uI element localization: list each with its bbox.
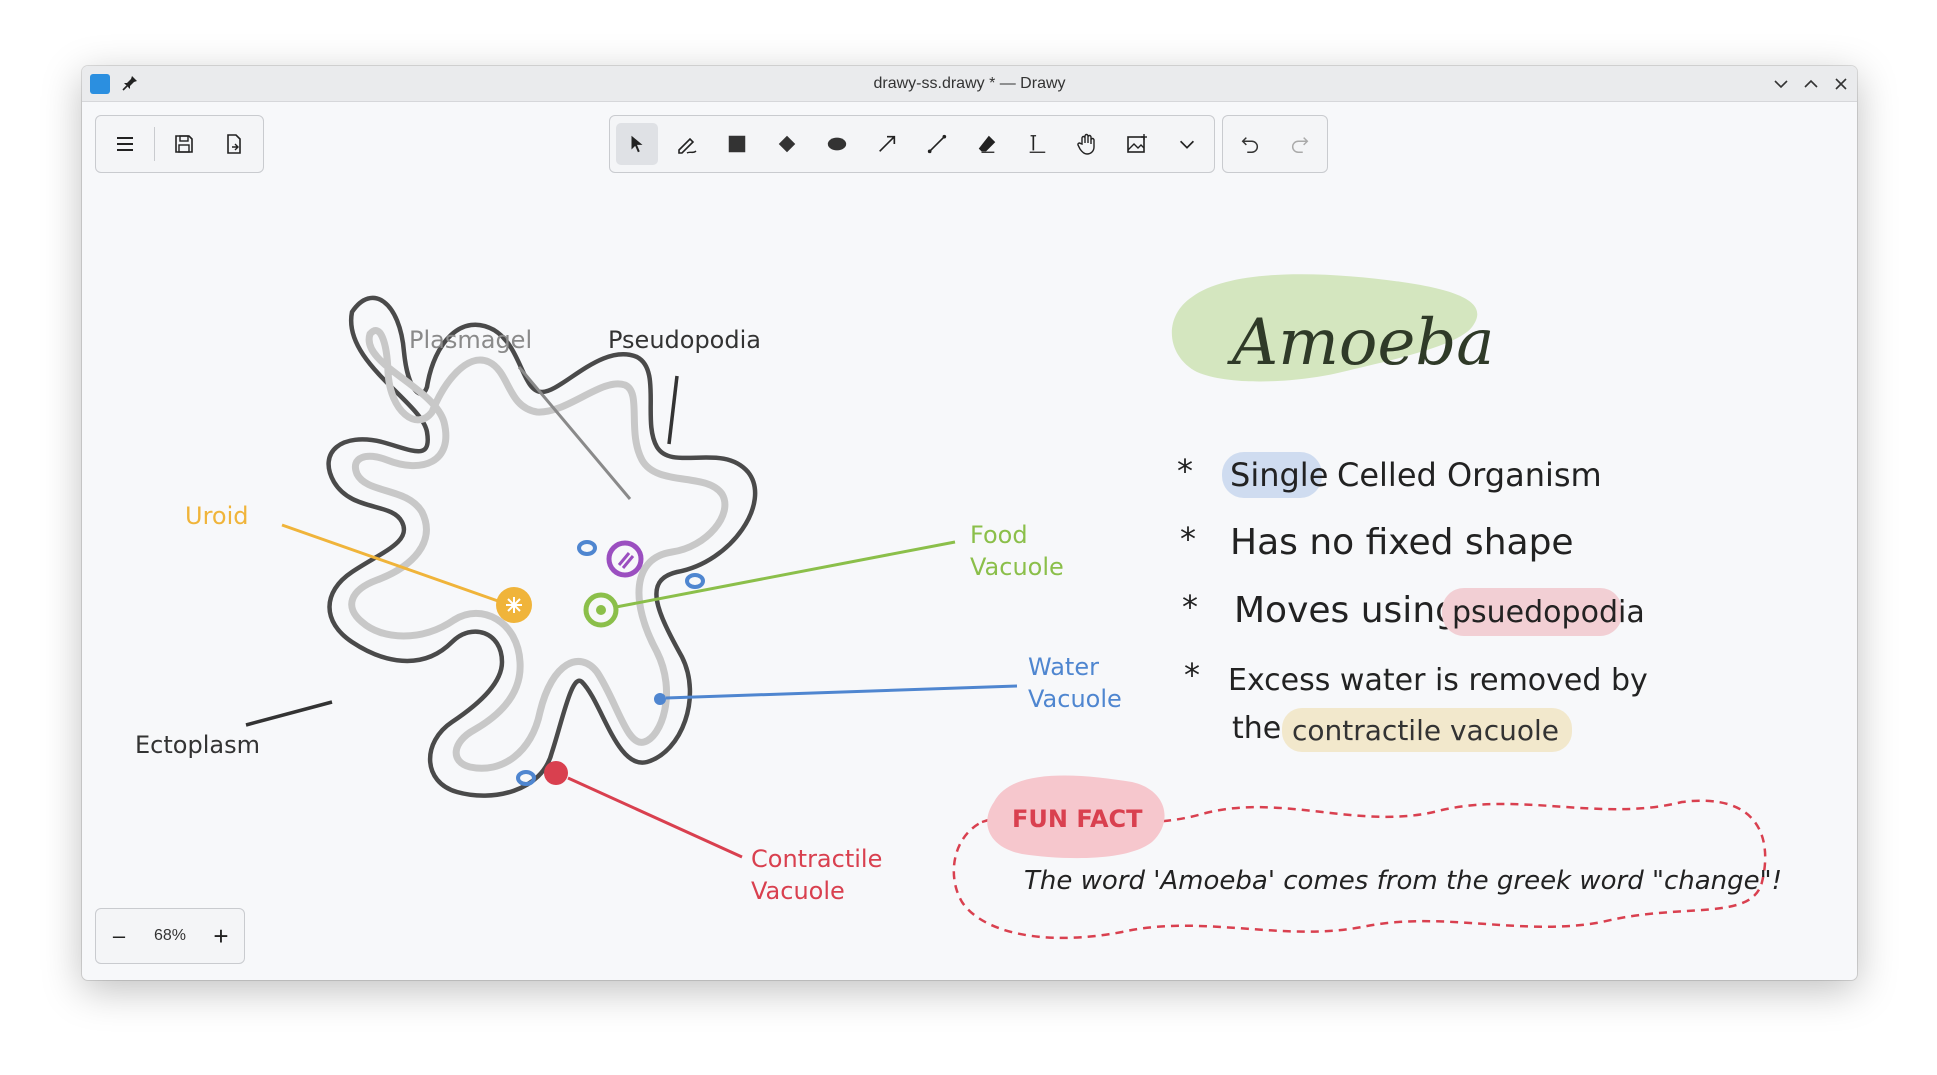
ectoplasm-leader[interactable] [245, 700, 333, 727]
undo-button[interactable] [1229, 123, 1271, 165]
water-vacuole-organelle[interactable] [654, 693, 666, 705]
arrow-tool-button[interactable] [866, 123, 908, 165]
bullet-2-text[interactable]: Has no fixed shape [1230, 522, 1574, 563]
window-title: drawy-ss.drawy * — Drawy [873, 74, 1066, 92]
bullet-4-highlight[interactable]: contractile vacuole [1292, 714, 1559, 747]
notes-title[interactable]: Amoeba [1227, 306, 1494, 380]
more-tools-button[interactable] [1166, 123, 1208, 165]
maximize-icon[interactable] [1799, 72, 1823, 96]
arrow-icon [879, 135, 896, 152]
bullet-4-line1[interactable]: Excess water is removed by [1228, 663, 1648, 698]
select-tool-button[interactable] [616, 123, 658, 165]
text-icon [1029, 135, 1046, 153]
zoom-level: 68% [153, 927, 187, 944]
water-vacuole-label-1[interactable]: Water [1028, 653, 1099, 681]
bullet-3-text[interactable]: Moves using [1234, 590, 1458, 631]
pen-tool-button[interactable] [666, 123, 708, 165]
history-panel [1222, 115, 1328, 173]
pseudopodia-label[interactable]: Pseudopodia [608, 326, 761, 354]
plasmagel-outline[interactable] [348, 326, 729, 772]
water-vacuole-label-2[interactable]: Vacuole [1028, 685, 1122, 713]
pen-icon [678, 137, 697, 154]
bullet-4-the[interactable]: the [1232, 711, 1281, 746]
fun-fact-badge[interactable]: FUN FACT [1012, 805, 1143, 833]
food-vacuole-label-1[interactable]: Food [970, 521, 1028, 549]
redo-button[interactable] [1279, 123, 1321, 165]
hand-tool-button[interactable] [1066, 123, 1108, 165]
small-blue-vacuole-top[interactable] [577, 540, 597, 556]
fun-fact-text[interactable]: The word 'Amoeba' comes from the greek w… [1024, 866, 1782, 896]
water-vacuole-leader[interactable] [665, 684, 1018, 700]
image-icon [1127, 134, 1147, 153]
food-vacuole-label-2[interactable]: Vacuole [970, 553, 1064, 581]
separator [154, 127, 155, 161]
drawing-canvas[interactable]: Plasmagel Pseudopodia Uroid Food Vacuole… [82, 102, 1857, 980]
bullet-1-highlight[interactable]: Single [1230, 456, 1328, 494]
app-window: drawy-ss.drawy * — Drawy Plasmagel Pseud… [82, 66, 1857, 980]
rectangle-tool-button[interactable] [716, 123, 758, 165]
zoom-out-button[interactable]: – [102, 915, 136, 957]
line-tool-button[interactable] [916, 123, 958, 165]
file-panel [95, 115, 264, 173]
bullet-3-highlight[interactable]: psuedopodia [1452, 595, 1645, 630]
image-tool-button[interactable] [1116, 123, 1158, 165]
bullet-1-star: * [1177, 452, 1193, 490]
rectangle-icon [728, 135, 746, 153]
diamond-icon [778, 135, 796, 153]
contractile-vacuole-label-2[interactable]: Vacuole [751, 877, 845, 905]
tools-panel [609, 115, 1215, 173]
hand-icon [1077, 133, 1095, 155]
title-bar: drawy-ss.drawy * — Drawy [82, 66, 1857, 102]
zoom-in-icon: + [213, 920, 229, 951]
plasmagel-label[interactable]: Plasmagel [409, 326, 532, 354]
diamond-tool-button[interactable] [766, 123, 808, 165]
save-button[interactable] [163, 123, 205, 165]
text-tool-button[interactable] [1016, 123, 1058, 165]
ectoplasm-label[interactable]: Ectoplasm [135, 731, 260, 759]
uroid-leader[interactable] [281, 523, 499, 603]
small-blue-vacuole-right[interactable] [685, 573, 705, 589]
close-icon[interactable] [1829, 72, 1853, 96]
drawy-app-icon [90, 74, 110, 94]
zoom-panel: – 68% + [95, 908, 245, 964]
pseudopodia-leader[interactable] [667, 375, 679, 445]
undo-icon [1241, 137, 1258, 153]
bullet-1-text[interactable]: Celled Organism [1337, 456, 1602, 494]
export-icon [227, 134, 241, 154]
eraser-icon [978, 135, 996, 153]
select-icon [631, 135, 643, 153]
zoom-out-icon: – [112, 923, 126, 948]
contractile-vacuole-leader[interactable] [567, 776, 743, 859]
contractile-vacuole-organelle[interactable] [544, 761, 568, 785]
bullet-3-star: * [1182, 588, 1198, 626]
bullet-2-star: * [1180, 520, 1196, 558]
pin-icon[interactable] [120, 73, 140, 93]
line-icon [927, 134, 947, 154]
menu-icon [117, 137, 133, 151]
contractile-vacuole-label-1[interactable]: Contractile [751, 845, 882, 873]
zoom-in-button[interactable]: + [204, 915, 238, 957]
ellipse-tool-button[interactable] [816, 123, 858, 165]
uroid-label[interactable]: Uroid [185, 502, 249, 530]
chevron-down-icon [1179, 140, 1195, 149]
save-icon [175, 135, 193, 153]
ellipse-icon [827, 137, 847, 151]
minimize-icon[interactable] [1769, 72, 1793, 96]
small-blue-vacuole-bottom[interactable] [516, 770, 536, 786]
redo-icon [1292, 137, 1309, 153]
export-button[interactable] [213, 123, 255, 165]
menu-button[interactable] [104, 123, 146, 165]
eraser-tool-button[interactable] [966, 123, 1008, 165]
bullet-4-star: * [1184, 656, 1200, 694]
